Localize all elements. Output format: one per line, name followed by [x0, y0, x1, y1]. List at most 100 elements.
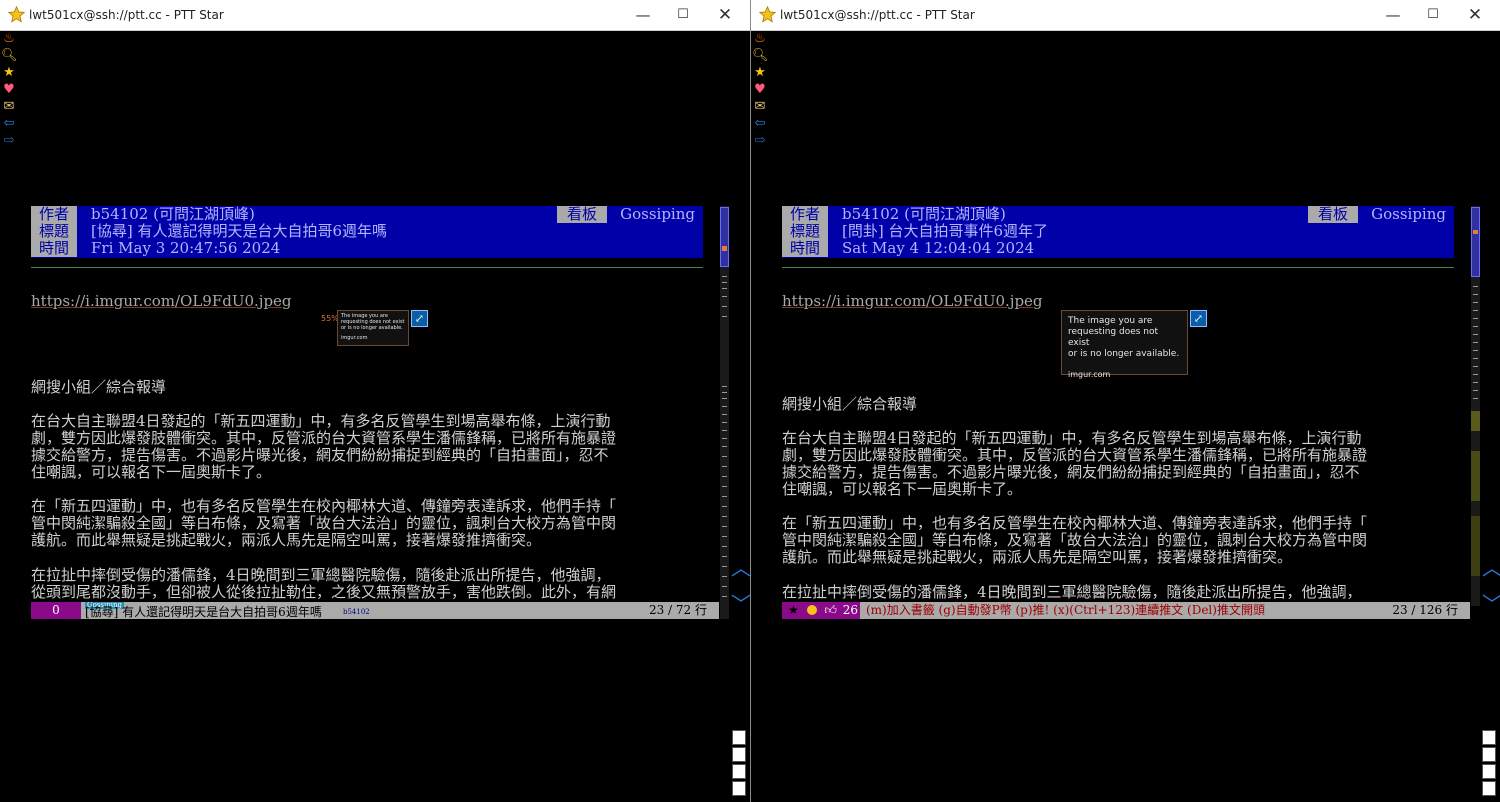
read-percent: 0	[31, 602, 81, 619]
right-terminal-window: lwt501cx@ssh://ptt.cc - PTT Star — ☐ ✕ ♨…	[751, 0, 1500, 802]
star-icon[interactable]: ★	[788, 603, 799, 617]
post-time: Sat May 4 12:04:04 2024	[842, 239, 1035, 257]
thumb-icon[interactable]: 👍︎	[824, 603, 837, 617]
image-preview[interactable]: The image you are requesting does not ex…	[1061, 310, 1188, 379]
scroll-down-icon[interactable]: ﹀	[1482, 588, 1500, 617]
minimize-button[interactable]: —	[632, 4, 654, 26]
post-time: Fri May 3 20:47:56 2024	[91, 239, 281, 257]
bottom-toolbar	[1482, 728, 1498, 796]
image-preview-text-line: or is no longer available.	[341, 325, 403, 331]
title-bar[interactable]: lwt501cx@ssh://ptt.cc - PTT Star — ☐ ✕	[751, 0, 1500, 31]
image-preview-text-line: or is no longer available.	[1068, 349, 1180, 359]
mail-icon[interactable]: ✉	[752, 99, 768, 115]
image-preview-text-line: The image you are	[1068, 316, 1153, 326]
mail-icon[interactable]: ✉	[1, 99, 17, 115]
left-terminal-window: lwt501cx@ssh://ptt.cc - PTT Star — ☐ ✕ ♨…	[0, 0, 751, 802]
scrollbar[interactable]	[1471, 206, 1480, 606]
board-name: Gossiping	[1371, 205, 1446, 223]
article-paragraph: 在「新五四運動」中，也有多名反管學生在校內椰林大道、傳鐘旁表達訴求，他們手持「 …	[782, 515, 1368, 566]
close-button[interactable]: ✕	[1464, 4, 1486, 26]
back-arrow-icon[interactable]: ⇦	[752, 116, 768, 132]
image-preview-domain: imgur.com	[341, 335, 368, 341]
star-icon[interactable]: ★	[1, 65, 17, 81]
line-counter: 23 / 126 行	[1392, 603, 1458, 617]
article-paragraph: 在拉扯中摔倒受傷的潘儒鋒，4日晚間到三軍總醫院驗傷，隨後赴派出所提告，他強調， …	[31, 567, 617, 601]
page-icon[interactable]	[1482, 781, 1496, 796]
window-title: lwt501cx@ssh://ptt.cc - PTT Star	[780, 8, 975, 22]
expand-icon[interactable]: ⤢	[411, 310, 428, 327]
header-divider	[782, 267, 1454, 268]
author-tag: b54102	[343, 608, 370, 616]
title-label: 標題	[782, 223, 828, 240]
ptt-star-app-icon	[759, 6, 776, 23]
author-label: 作者	[782, 206, 828, 223]
image-link[interactable]: https://i.imgur.com/OL9FdU0.jpeg	[31, 292, 292, 310]
scroll-down-icon[interactable]: ﹀	[731, 588, 750, 617]
forward-arrow-icon[interactable]: ⇨	[752, 133, 768, 149]
maximize-button[interactable]: ☐	[672, 4, 694, 26]
author-value: b54102 (可問江湖頂峰)	[842, 205, 1006, 223]
minimize-button[interactable]: —	[1382, 4, 1404, 26]
toolbar-sidebar: ♨ 🔍︎ ★ ♥ ✉ ⇦ ⇨	[752, 31, 770, 150]
heart-icon[interactable]: ♥	[1, 82, 17, 98]
expand-icon[interactable]: ⤢	[1190, 310, 1207, 327]
search-icon[interactable]: 🔍︎	[1, 48, 18, 64]
line-counter: 23 / 72 行	[648, 603, 707, 617]
article-paragraph: 在台大自主聯盟4日發起的「新五四運動」中，有多名反管學生到場高舉布條，上演行動 …	[782, 430, 1368, 498]
header-divider	[31, 267, 703, 268]
article-header: 作者 b54102 (可問江湖頂峰) 看板 Gossiping 標題 [問卦] …	[782, 206, 1454, 258]
page-icon[interactable]	[732, 781, 746, 796]
paste-icon[interactable]	[1482, 764, 1496, 779]
article-paragraph: 在「新五四運動」中，也有多名反管學生在校內椰林大道、傳鐘旁表達訴求，他們手持「 …	[31, 498, 617, 549]
ptt-star-app-icon	[8, 6, 25, 23]
image-preview[interactable]: The image you are requesting does not ex…	[337, 310, 409, 346]
article-paragraph: 網搜小組／綜合報導	[782, 396, 918, 413]
scroll-thumb[interactable]	[1471, 207, 1480, 277]
fire-icon[interactable]: ♨	[752, 31, 768, 47]
status-post-title: [協尋] 有人還記得明天是台大自拍哥6週年嗎	[85, 605, 322, 619]
bottom-toolbar	[732, 728, 748, 796]
scroll-up-icon[interactable]: ︿	[731, 552, 750, 581]
toolbar-sidebar: ♨ 🔍︎ ★ ♥ ✉ ⇦ ⇨	[1, 31, 19, 150]
post-title: [問卦] 台大自拍哥事件6週年了	[842, 222, 1049, 240]
document-icon[interactable]	[1482, 730, 1496, 745]
back-arrow-icon[interactable]: ⇦	[1, 116, 17, 132]
board-label: 看板	[1308, 206, 1358, 223]
article-header: 作者 b54102 (可問江湖頂峰) 看板 Gossiping 標題 [協尋] …	[31, 206, 703, 258]
emoji-icon[interactable]	[806, 605, 817, 615]
fire-icon[interactable]: ♨	[1, 31, 17, 47]
author-value: b54102 (可問江湖頂峰)	[91, 205, 255, 223]
scroll-up-icon[interactable]: ︿	[1482, 552, 1500, 581]
copy-icon[interactable]	[732, 747, 746, 762]
paste-icon[interactable]	[732, 764, 746, 779]
push-count: 26	[842, 603, 859, 617]
title-bar[interactable]: lwt501cx@ssh://ptt.cc - PTT Star — ☐ ✕	[0, 0, 750, 31]
board-name: Gossiping	[620, 205, 695, 223]
board-label: 看板	[557, 206, 607, 223]
maximize-button[interactable]: ☐	[1422, 4, 1444, 26]
time-label: 時間	[782, 240, 828, 257]
close-button[interactable]: ✕	[714, 4, 736, 26]
status-icons: ★ 👍︎ 26	[782, 602, 860, 619]
document-icon[interactable]	[732, 730, 746, 745]
image-preview-text-line: requesting does not exist	[1068, 327, 1159, 348]
window-title: lwt501cx@ssh://ptt.cc - PTT Star	[29, 8, 224, 22]
article-paragraph: 在台大自主聯盟4日發起的「新五四運動」中，有多名反管學生到場高舉布條，上演行動 …	[31, 413, 617, 481]
article-paragraph: 在拉扯中摔倒受傷的潘儒鋒，4日晚間到三軍總醫院驗傷，隨後赴派出所提告，他強調，	[782, 584, 1362, 601]
copy-icon[interactable]	[1482, 747, 1496, 762]
image-link[interactable]: https://i.imgur.com/OL9FdU0.jpeg	[782, 292, 1043, 310]
status-bar: 0 Gossiping [協尋] 有人還記得明天是台大自拍哥6週年嗎 b5410…	[31, 602, 719, 619]
scrollbar[interactable]	[720, 206, 729, 619]
forward-arrow-icon[interactable]: ⇨	[1, 133, 17, 149]
image-preview-domain: imgur.com	[1068, 370, 1111, 379]
keyboard-hints: (m)加入書籤 (g)自動發P幣 (p)推! (x)(Ctrl+123)連續推文…	[866, 603, 1265, 617]
author-label: 作者	[31, 206, 77, 223]
article-paragraph: 網搜小組／綜合報導	[31, 379, 167, 396]
time-label: 時間	[31, 240, 77, 257]
post-title: [協尋] 有人還記得明天是台大自拍哥6週年嗎	[91, 222, 388, 240]
scroll-thumb[interactable]	[720, 207, 729, 267]
star-icon[interactable]: ★	[752, 65, 768, 81]
title-label: 標題	[31, 223, 77, 240]
search-icon[interactable]: 🔍︎	[752, 48, 769, 64]
heart-icon[interactable]: ♥	[752, 82, 768, 98]
